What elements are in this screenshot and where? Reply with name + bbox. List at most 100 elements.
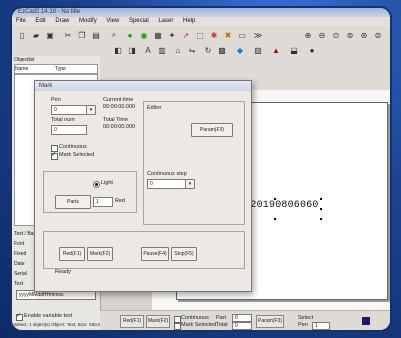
- column-name: Name: [15, 66, 29, 72]
- pen-field-bottom[interactable]: 1: [312, 322, 330, 330]
- menu-edit[interactable]: Edit: [35, 18, 45, 24]
- open-folder-icon[interactable]: ▰: [30, 29, 42, 41]
- menu-special[interactable]: Special: [129, 18, 149, 24]
- light-label: Light: [101, 180, 113, 186]
- column-type: Type: [55, 66, 66, 72]
- title-bar: EzCad2.14.10 - No title: [12, 8, 390, 17]
- zoom-icon[interactable]: ⌕: [108, 29, 120, 41]
- pen-label: Pen: [51, 97, 61, 103]
- align-icon[interactable]: ◧: [112, 44, 124, 56]
- green-run-icon[interactable]: ●: [124, 29, 136, 41]
- zoom-in-icon[interactable]: ⊕: [302, 29, 314, 41]
- total-time-value: 00:00:00.000: [103, 124, 136, 130]
- param-button-bottom[interactable]: Param(F3): [256, 315, 284, 328]
- menu-view[interactable]: View: [106, 18, 119, 24]
- menu-file[interactable]: File: [16, 18, 26, 24]
- pointer-icon[interactable]: ➚: [180, 29, 192, 41]
- mark-selected-label: Mark Selected: [59, 152, 95, 158]
- zoom-out-icon[interactable]: ⊖: [316, 29, 328, 41]
- red-star-icon[interactable]: ✱: [208, 29, 220, 41]
- layer-icon[interactable]: ▭: [236, 29, 248, 41]
- grid-icon[interactable]: ▦: [152, 29, 164, 41]
- fill-icon[interactable]: ▨: [252, 44, 264, 56]
- hatch-icon[interactable]: ▲: [270, 44, 282, 56]
- arrow-icon[interactable]: ≫: [252, 29, 264, 41]
- selection-handle[interactable]: [320, 198, 322, 200]
- editor-group: [143, 101, 245, 225]
- menu-laser[interactable]: Laser: [158, 18, 173, 24]
- copy-icon[interactable]: ❐: [76, 29, 88, 41]
- continuous-label: Continuous: [59, 144, 87, 150]
- red-label: Red: [115, 198, 126, 204]
- paste-icon[interactable]: ▤: [90, 29, 102, 41]
- mark-selected-checkbox-bottom[interactable]: [174, 323, 181, 330]
- ready-status: Ready: [55, 269, 71, 275]
- part-field-bottom[interactable]: 0: [232, 314, 252, 322]
- app-window: EzCad2.14.10 - No title File Edit Draw M…: [12, 8, 390, 330]
- menu-help[interactable]: Help: [183, 18, 195, 24]
- bottom-bar: Red(F1) Mark(F2) Continuous Mark Selecte…: [100, 310, 390, 330]
- stop-button[interactable]: Stop(F5): [171, 247, 197, 261]
- total-time-label: Total Time: [103, 117, 129, 123]
- parts-field[interactable]: 1: [93, 197, 113, 207]
- continuous-step-label: Continuous step: [147, 171, 187, 177]
- editor-label: Editor: [147, 105, 162, 111]
- zoom-select-icon[interactable]: ⊛: [358, 29, 370, 41]
- layer-up-icon[interactable]: ●: [306, 44, 318, 56]
- continuous-step-field[interactable]: 0: [147, 179, 187, 189]
- current-time-label: Current time: [103, 97, 134, 103]
- param-button[interactable]: Param(F3): [191, 123, 233, 137]
- lock-button-icon[interactable]: [362, 317, 370, 325]
- selection-handle[interactable]: [274, 218, 276, 220]
- total-num-field[interactable]: 0: [51, 125, 87, 135]
- cut-icon[interactable]: ✂: [62, 29, 74, 41]
- tool-icon[interactable]: ✖: [222, 29, 234, 41]
- total-num-label: Total num: [51, 117, 75, 123]
- total-label-bottom: Total: [216, 322, 228, 328]
- zoom-fit-icon[interactable]: ⊙: [330, 29, 342, 41]
- object-list-title: Objectlist: [14, 57, 35, 63]
- parts-button[interactable]: Parts: [55, 195, 91, 209]
- lock-icon[interactable]: ⌂: [172, 44, 184, 56]
- barcode-icon[interactable]: ▥: [156, 44, 168, 56]
- current-time-value: 00:00:00.000: [103, 104, 136, 110]
- main-toolbar: ▯ ▰ ▣ ✂ ❐ ▤ ⌕ ● ◉ ▦ ✦ ➚ ⬚ ✱ ✖ ▭ ≫ ⊕ ⊖ ⊙ …: [12, 26, 390, 45]
- pen-field[interactable]: 0: [51, 105, 87, 115]
- pen-label-bottom: Pen: [298, 322, 308, 328]
- step-dropdown-icon[interactable]: ▾: [185, 179, 195, 189]
- color-icon[interactable]: ◆: [234, 44, 246, 56]
- mark-button[interactable]: Mark(F2): [87, 247, 113, 261]
- selection-handle[interactable]: [274, 198, 276, 200]
- red-button-bottom[interactable]: Red(F1): [120, 315, 144, 328]
- bitmap-icon[interactable]: ▩: [216, 44, 228, 56]
- enable-variable-checkbox[interactable]: [16, 312, 23, 321]
- pause-button[interactable]: Pause(F4): [141, 247, 169, 261]
- green-circle-icon[interactable]: ◉: [138, 29, 150, 41]
- continuous-checkbox-bottom[interactable]: [174, 316, 181, 323]
- save-icon[interactable]: ▣: [44, 29, 56, 41]
- menu-modify[interactable]: Modify: [79, 18, 97, 24]
- node-icon[interactable]: ✦: [166, 29, 178, 41]
- mark-button-bottom[interactable]: Mark(F2): [146, 315, 170, 328]
- enable-variable-label: Enable variable text: [24, 313, 73, 319]
- object-list-header: Name Type: [14, 64, 98, 74]
- select-icon[interactable]: ⬚: [194, 29, 206, 41]
- select-label-bottom: Select: [298, 315, 314, 321]
- rotate-icon[interactable]: ↻: [202, 44, 214, 56]
- menu-draw[interactable]: Draw: [55, 18, 69, 24]
- selection-handle[interactable]: [320, 208, 322, 210]
- mirror-icon[interactable]: ⇋: [186, 44, 198, 56]
- zoom-all-icon[interactable]: ⊚: [344, 29, 356, 41]
- mark-selected-checkbox[interactable]: [51, 151, 58, 160]
- text-icon[interactable]: A: [142, 44, 154, 56]
- red-button[interactable]: Red(F1): [59, 247, 85, 261]
- total-field-bottom[interactable]: 0: [232, 322, 252, 330]
- light-radio[interactable]: [93, 181, 100, 188]
- selection-handle[interactable]: [320, 218, 322, 220]
- combine-icon[interactable]: ⬓: [288, 44, 300, 56]
- pen-spin-icon[interactable]: ▾: [86, 105, 96, 115]
- distribute-icon[interactable]: ◨: [126, 44, 138, 56]
- part-label-bottom: Part: [216, 315, 227, 321]
- new-file-icon[interactable]: ▯: [16, 29, 28, 41]
- zoom-page-icon[interactable]: ⊜: [372, 29, 384, 41]
